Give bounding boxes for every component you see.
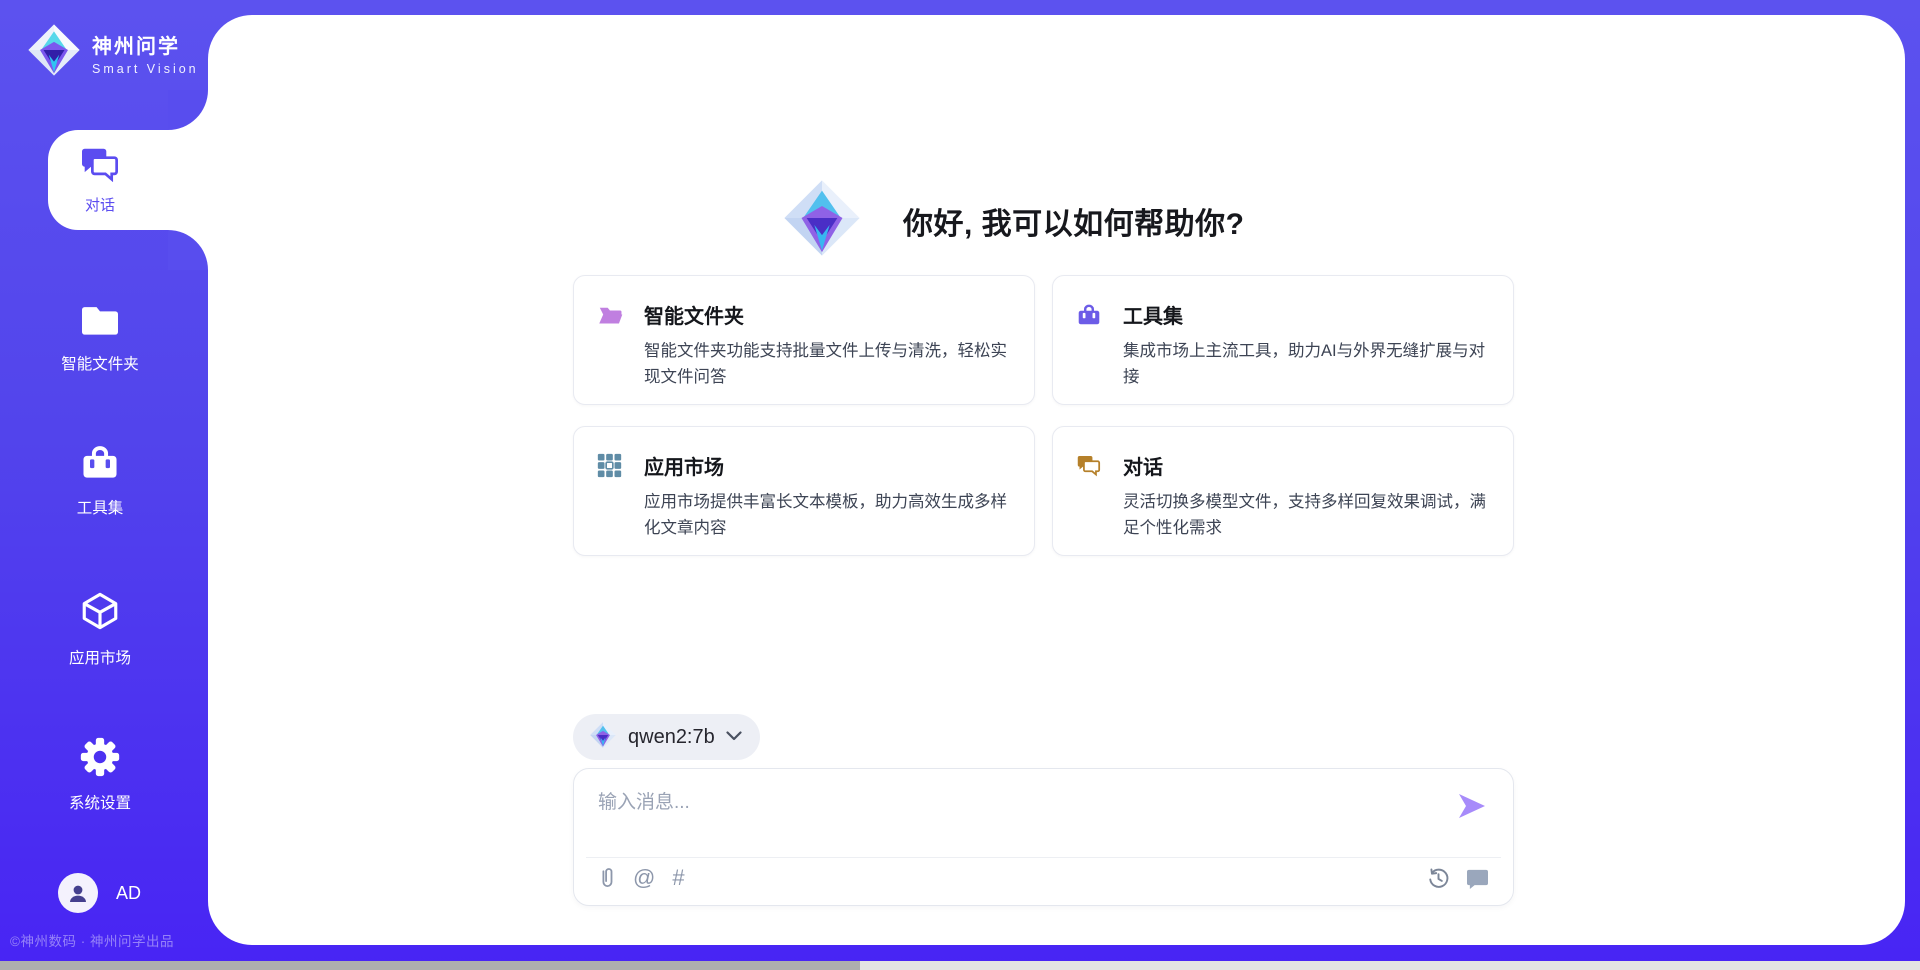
sidebar: 神州问学 Smart Vision 对话 智能文件夹 xyxy=(0,0,208,970)
sidebar-item-chat[interactable]: 对话 xyxy=(48,130,208,230)
tab-fillet-top xyxy=(168,90,208,130)
sidebar-item-settings[interactable]: 系统设置 xyxy=(0,737,200,813)
composer: @ # xyxy=(573,768,1514,906)
feature-card-smart-folder[interactable]: 智能文件夹 智能文件夹功能支持批量文件上传与清洗，轻松实现文件问答 xyxy=(573,275,1035,405)
feature-card-chat[interactable]: 对话 灵活切换多模型文件，支持多样回复效果调试，满足个性化需求 xyxy=(1052,426,1514,556)
scrollbar-thumb[interactable] xyxy=(0,961,860,970)
app-root: 神州问学 Smart Vision 对话 智能文件夹 xyxy=(0,0,1920,970)
tab-fillet-bottom xyxy=(168,230,208,270)
sidebar-item-label: 应用市场 xyxy=(69,646,131,668)
assistant-logo-icon xyxy=(781,177,863,264)
sidebar-item-label: 工具集 xyxy=(77,496,124,518)
comment-icon[interactable] xyxy=(1466,868,1489,889)
card-description: 智能文件夹功能支持批量文件上传与清洗，轻松实现文件问答 xyxy=(644,338,1022,390)
gear-icon xyxy=(80,737,120,782)
copyright-text: ©神州数码 · 神州问学出品 xyxy=(10,930,208,950)
feature-card-toolset[interactable]: 工具集 集成市场上主流工具，助力AI与外界无缝扩展与对接 xyxy=(1052,275,1514,405)
model-logo-icon xyxy=(589,721,617,754)
user-name: AD xyxy=(116,883,141,904)
card-title: 智能文件夹 xyxy=(644,300,744,329)
sidebar-item-toolset[interactable]: 工具集 xyxy=(0,442,200,518)
at-icon[interactable]: @ xyxy=(633,867,655,889)
sidebar-item-smart-folder[interactable]: 智能文件夹 xyxy=(0,302,200,374)
folder-open-icon xyxy=(597,303,644,327)
main-panel: 你好, 我可以如何帮助你? 智能文件夹 智能文件夹功能支持批量文件上传与清洗，轻… xyxy=(208,15,1905,945)
paperclip-icon[interactable] xyxy=(598,866,616,890)
greeting: 你好, 我可以如何帮助你? xyxy=(781,177,1245,264)
brand: 神州问学 Smart Vision xyxy=(26,22,199,83)
greeting-title: 你好, 我可以如何帮助你? xyxy=(903,199,1245,243)
sidebar-item-label: 系统设置 xyxy=(69,791,131,813)
avatar xyxy=(58,873,98,913)
message-input[interactable] xyxy=(598,785,1438,821)
send-icon[interactable] xyxy=(1457,793,1487,819)
history-icon[interactable] xyxy=(1427,867,1450,890)
sidebar-item-label: 智能文件夹 xyxy=(61,352,139,374)
model-selector[interactable]: qwen2:7b xyxy=(573,714,760,760)
brand-subtitle: Smart Vision xyxy=(92,62,199,76)
composer-divider xyxy=(586,857,1501,858)
user-profile[interactable]: AD xyxy=(58,873,141,913)
feature-card-app-market[interactable]: 应用市场 应用市场提供丰富长文本模板，助力高效生成多样化文章内容 xyxy=(573,426,1035,556)
chat-icon xyxy=(1076,454,1123,478)
sidebar-item-app-market[interactable]: 应用市场 xyxy=(0,590,200,668)
card-description: 集成市场上主流工具，助力AI与外界无缝扩展与对接 xyxy=(1123,338,1501,390)
brand-title: 神州问学 xyxy=(92,30,199,59)
folder-icon xyxy=(79,302,121,343)
sidebar-item-label: 对话 xyxy=(85,194,115,215)
hash-icon[interactable]: # xyxy=(672,867,684,889)
grid-icon xyxy=(597,453,644,478)
cube-icon xyxy=(79,590,121,637)
card-description: 应用市场提供丰富长文本模板，助力高效生成多样化文章内容 xyxy=(644,489,1022,541)
toolbox-icon xyxy=(1076,302,1123,327)
chevron-down-icon xyxy=(726,728,742,746)
brand-logo-icon xyxy=(26,22,82,83)
model-name: qwen2:7b xyxy=(628,726,715,749)
chat-icon xyxy=(79,146,121,187)
card-title: 工具集 xyxy=(1123,300,1183,329)
toolbox-icon xyxy=(79,442,121,487)
card-title: 对话 xyxy=(1123,451,1163,480)
horizontal-scrollbar[interactable] xyxy=(0,961,1920,970)
card-title: 应用市场 xyxy=(644,451,724,480)
card-description: 灵活切换多模型文件，支持多样回复效果调试，满足个性化需求 xyxy=(1123,489,1501,541)
